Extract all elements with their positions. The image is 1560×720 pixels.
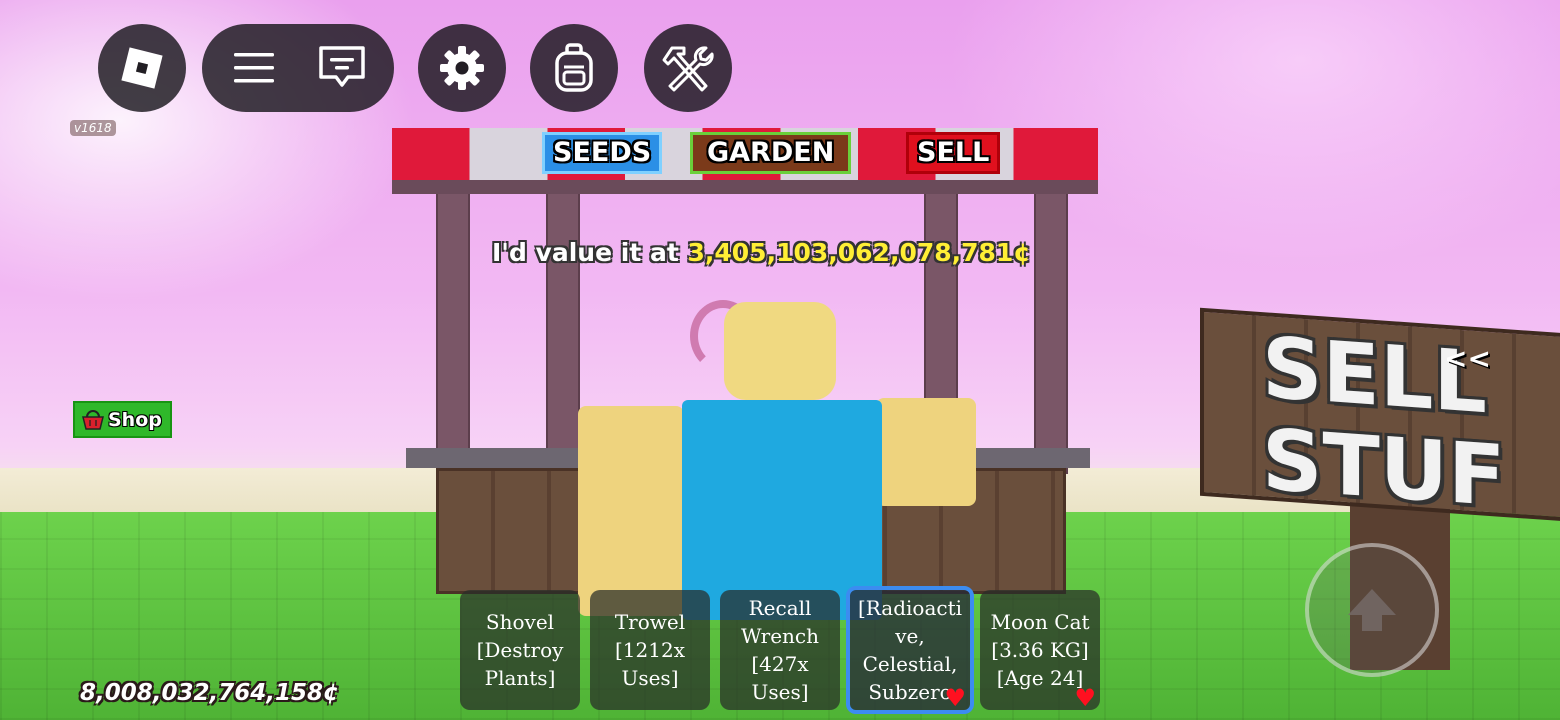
version-label: v1618 xyxy=(70,120,116,136)
chat-icon xyxy=(319,46,365,87)
chat-button[interactable] xyxy=(294,24,390,112)
heart-icon: ♥ xyxy=(944,684,966,712)
slot-label: Moon Cat [3.36 KG] [Age 24] xyxy=(990,610,1090,690)
shop-basket-icon xyxy=(82,409,104,430)
hotbar-slot-moon-cat[interactable]: Moon Cat [3.36 KG] [Age 24] ♥ xyxy=(980,590,1100,710)
build-tools-icon xyxy=(662,46,714,92)
dialogue-prefix: I'd value it at xyxy=(492,238,688,267)
build-tools-button[interactable] xyxy=(644,24,732,112)
hotbar-slot-trowel[interactable]: Trowel [1212x Uses] xyxy=(590,590,710,710)
menu-chat-pill xyxy=(202,24,394,112)
stall-post xyxy=(546,180,580,454)
backpack-button[interactable] xyxy=(530,24,618,112)
backpack-icon xyxy=(555,43,593,92)
hotbar-slot-radioactive-fruit[interactable]: [Radioacti ve, Celestial, Subzero ♥ xyxy=(846,586,974,714)
jump-button[interactable] xyxy=(1305,543,1439,677)
stall-post xyxy=(436,170,470,474)
shop-button[interactable]: Shop xyxy=(73,401,172,438)
stall-post xyxy=(1034,170,1068,474)
hotbar-slot-recall-wrench[interactable]: Recall Wrench [427x Uses] xyxy=(720,590,840,710)
settings-button[interactable] xyxy=(418,24,506,112)
menu-icon xyxy=(234,53,274,83)
avatar-head xyxy=(724,302,836,400)
billboard-arrow: << xyxy=(1444,342,1491,375)
dialogue-amount: 3,405,103,062,078,781¢ xyxy=(687,238,1031,267)
roblox-menu-button[interactable] xyxy=(98,24,186,112)
settings-gear-icon xyxy=(440,46,484,90)
garden-sign[interactable]: GARDEN xyxy=(690,132,852,174)
slot-label: Recall Wrench [427x Uses] xyxy=(740,596,820,704)
avatar-right-arm xyxy=(876,398,976,506)
avatar-left-arm xyxy=(578,406,684,616)
menu-button[interactable] xyxy=(206,24,302,112)
seeds-sign[interactable]: SEEDS xyxy=(542,132,663,174)
roblox-logo-icon xyxy=(121,47,163,89)
sell-sign[interactable]: SELL xyxy=(906,132,1001,174)
money-counter: 8,008,032,764,158¢ xyxy=(80,680,339,706)
slot-label: Trowel [1212x Uses] xyxy=(614,610,686,690)
shop-label: Shop xyxy=(108,408,162,431)
npc-dialogue: I'd value it at 3,405,103,062,078,781¢ xyxy=(492,238,1031,267)
hotbar-slot-shovel[interactable]: Shovel [Destroy Plants] xyxy=(460,590,580,710)
jump-arrow-icon xyxy=(1348,589,1396,631)
heart-icon: ♥ xyxy=(1074,684,1096,710)
slot-label: Shovel [Destroy Plants] xyxy=(476,610,564,690)
